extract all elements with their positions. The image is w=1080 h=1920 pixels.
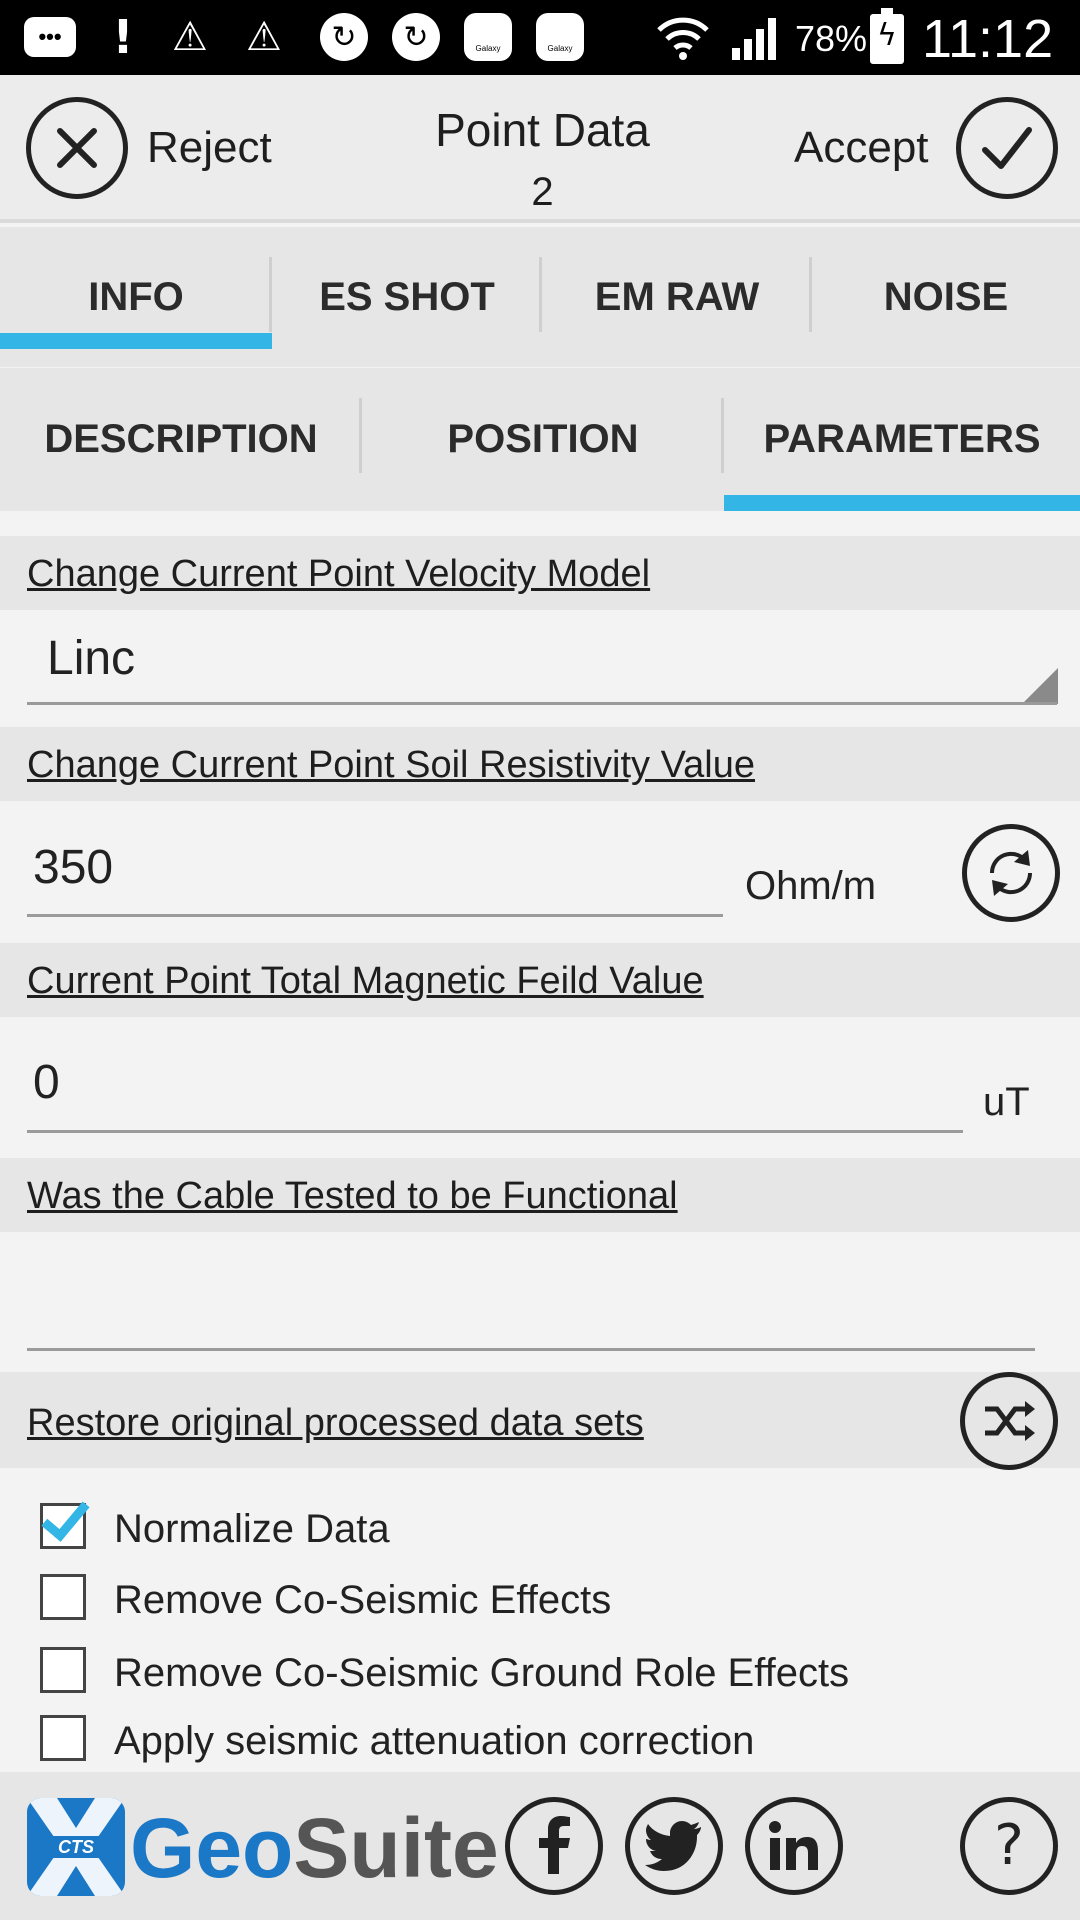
spinner-underline <box>27 702 1057 705</box>
soil-resistivity-input[interactable]: 350 <box>27 820 723 915</box>
status-bar: ••• ! ⚠ ⚠ ↻ ↻ Galaxy Galaxy 78% ϟ 11:12 <box>0 0 1080 75</box>
twitter-button[interactable] <box>625 1797 723 1895</box>
input-underline <box>27 1130 963 1133</box>
resistivity-unit: Ohm/m <box>745 864 877 908</box>
restore-header: Restore original processed data sets <box>0 1372 1080 1468</box>
reject-label[interactable]: Reject <box>147 123 272 173</box>
tab-info[interactable]: INFO <box>0 227 272 367</box>
tab-label: INFO <box>88 274 184 319</box>
tab-es-shot[interactable]: ES SHOT <box>272 227 542 367</box>
sync-icon: ↻ <box>392 12 440 62</box>
shuffle-icon <box>985 1401 1035 1441</box>
secondary-tab-bar: DESCRIPTION POSITION PARAMETERS <box>0 368 1080 511</box>
linkedin-icon <box>769 1821 818 1870</box>
signal-icon <box>730 12 782 62</box>
logo-suite: Suite <box>293 1801 499 1895</box>
tab-label: EM RAW <box>594 274 760 319</box>
galaxy-icon: Galaxy <box>464 12 512 62</box>
cable-test-input[interactable] <box>27 1245 1035 1350</box>
galaxy-icon: Galaxy <box>536 12 584 62</box>
magnetic-field-header: Current Point Total Magnetic Feild Value <box>0 943 1080 1017</box>
close-icon <box>57 128 97 168</box>
section-title: Current Point Total Magnetic Feild Value <box>27 960 704 1002</box>
sync-icon: ↻ <box>320 12 368 62</box>
tab-selected-indicator <box>0 333 272 349</box>
tab-selected-indicator <box>724 495 1080 511</box>
geosuite-logo-text: GeoSuite <box>130 1800 499 1897</box>
point-data-header: Reject Point Data 2 Accept <box>0 75 1080 223</box>
refresh-icon <box>989 850 1033 896</box>
input-underline <box>27 914 723 917</box>
wifi-icon <box>655 12 711 62</box>
soil-resistivity-value: 350 <box>33 841 114 894</box>
tab-label: NOISE <box>883 274 1009 319</box>
geosuite-logo-icon: CTS <box>27 1798 125 1896</box>
section-title: Was the Cable Tested to be Functional <box>27 1175 678 1217</box>
checkbox[interactable] <box>40 1503 86 1549</box>
refresh-resistivity-button[interactable] <box>962 824 1060 922</box>
section-title: Change Current Point Velocity Model <box>27 553 651 595</box>
checkbox[interactable] <box>40 1647 86 1693</box>
facebook-button[interactable] <box>505 1797 603 1895</box>
checkbox-label: Normalize Data <box>114 1507 390 1551</box>
option-seismic-attenuation[interactable]: Apply seismic attenuation correction <box>0 1711 1080 1771</box>
reject-button[interactable] <box>26 97 128 199</box>
tab-label: PARAMETERS <box>763 417 1041 461</box>
cable-test-header: Was the Cable Tested to be Functional <box>0 1158 1080 1232</box>
twitter-icon <box>645 1821 701 1871</box>
tab-label: ES SHOT <box>319 274 495 319</box>
accept-label[interactable]: Accept <box>794 123 929 173</box>
help-icon: ? <box>994 1813 1024 1878</box>
option-remove-ground-role[interactable]: Remove Co-Seismic Ground Role Effects <box>0 1639 1080 1705</box>
alert-icon: ! <box>112 10 134 64</box>
point-number: 2 <box>531 170 554 214</box>
velocity-model-spinner[interactable]: Linc <box>27 615 1057 707</box>
clock: 11:12 <box>922 9 1054 69</box>
warning-icon: ⚠ <box>172 14 208 60</box>
facebook-icon <box>539 1816 570 1874</box>
help-button[interactable]: ? <box>960 1797 1058 1895</box>
primary-tab-bar: INFO ES SHOT EM RAW NOISE <box>0 227 1080 367</box>
checkbox[interactable] <box>40 1574 86 1620</box>
magnetic-field-value: 0 <box>33 1056 60 1109</box>
accept-button[interactable] <box>956 97 1058 199</box>
logo-badge-text: CTS <box>58 1837 94 1857</box>
tab-label: DESCRIPTION <box>44 417 318 461</box>
checkbox-label: Apply seismic attenuation correction <box>114 1719 755 1763</box>
tab-noise[interactable]: NOISE <box>812 227 1080 367</box>
tab-description[interactable]: DESCRIPTION <box>0 368 362 511</box>
tab-label: POSITION <box>447 417 639 461</box>
magnetic-field-input[interactable]: 0 <box>27 1035 963 1130</box>
tab-position[interactable]: POSITION <box>362 368 724 511</box>
dropdown-arrow-icon <box>1022 668 1058 704</box>
tab-em-raw[interactable]: EM RAW <box>542 227 812 367</box>
restore-button[interactable] <box>960 1372 1058 1470</box>
soil-resistivity-header: Change Current Point Soil Resistivity Va… <box>0 727 1080 801</box>
option-remove-co-seismic[interactable]: Remove Co-Seismic Effects <box>0 1566 1080 1632</box>
velocity-model-header: Change Current Point Velocity Model <box>0 536 1080 610</box>
section-title: Restore original processed data sets <box>27 1402 644 1444</box>
section-title: Change Current Point Soil Resistivity Va… <box>27 744 755 786</box>
input-underline <box>27 1348 1035 1351</box>
checkbox[interactable] <box>40 1715 86 1761</box>
checkbox-label: Remove Co-Seismic Ground Role Effects <box>114 1651 850 1695</box>
footer-bar: CTS GeoSuite ? <box>0 1772 1080 1920</box>
linkedin-button[interactable] <box>745 1797 843 1895</box>
magnetic-field-unit: uT <box>983 1080 1030 1124</box>
battery-icon: ϟ <box>870 8 904 64</box>
velocity-model-value: Linc <box>47 632 136 685</box>
message-icon: ••• <box>24 12 76 62</box>
warning-icon: ⚠ <box>246 14 282 60</box>
check-icon <box>982 127 1032 169</box>
logo-geo: Geo <box>130 1801 294 1895</box>
page-title: Point Data <box>435 104 650 156</box>
battery-percent: 78% <box>795 18 868 59</box>
option-normalize-data[interactable]: Normalize Data <box>0 1495 1080 1561</box>
checkbox-label: Remove Co-Seismic Effects <box>114 1578 612 1622</box>
tab-parameters[interactable]: PARAMETERS <box>724 368 1080 511</box>
